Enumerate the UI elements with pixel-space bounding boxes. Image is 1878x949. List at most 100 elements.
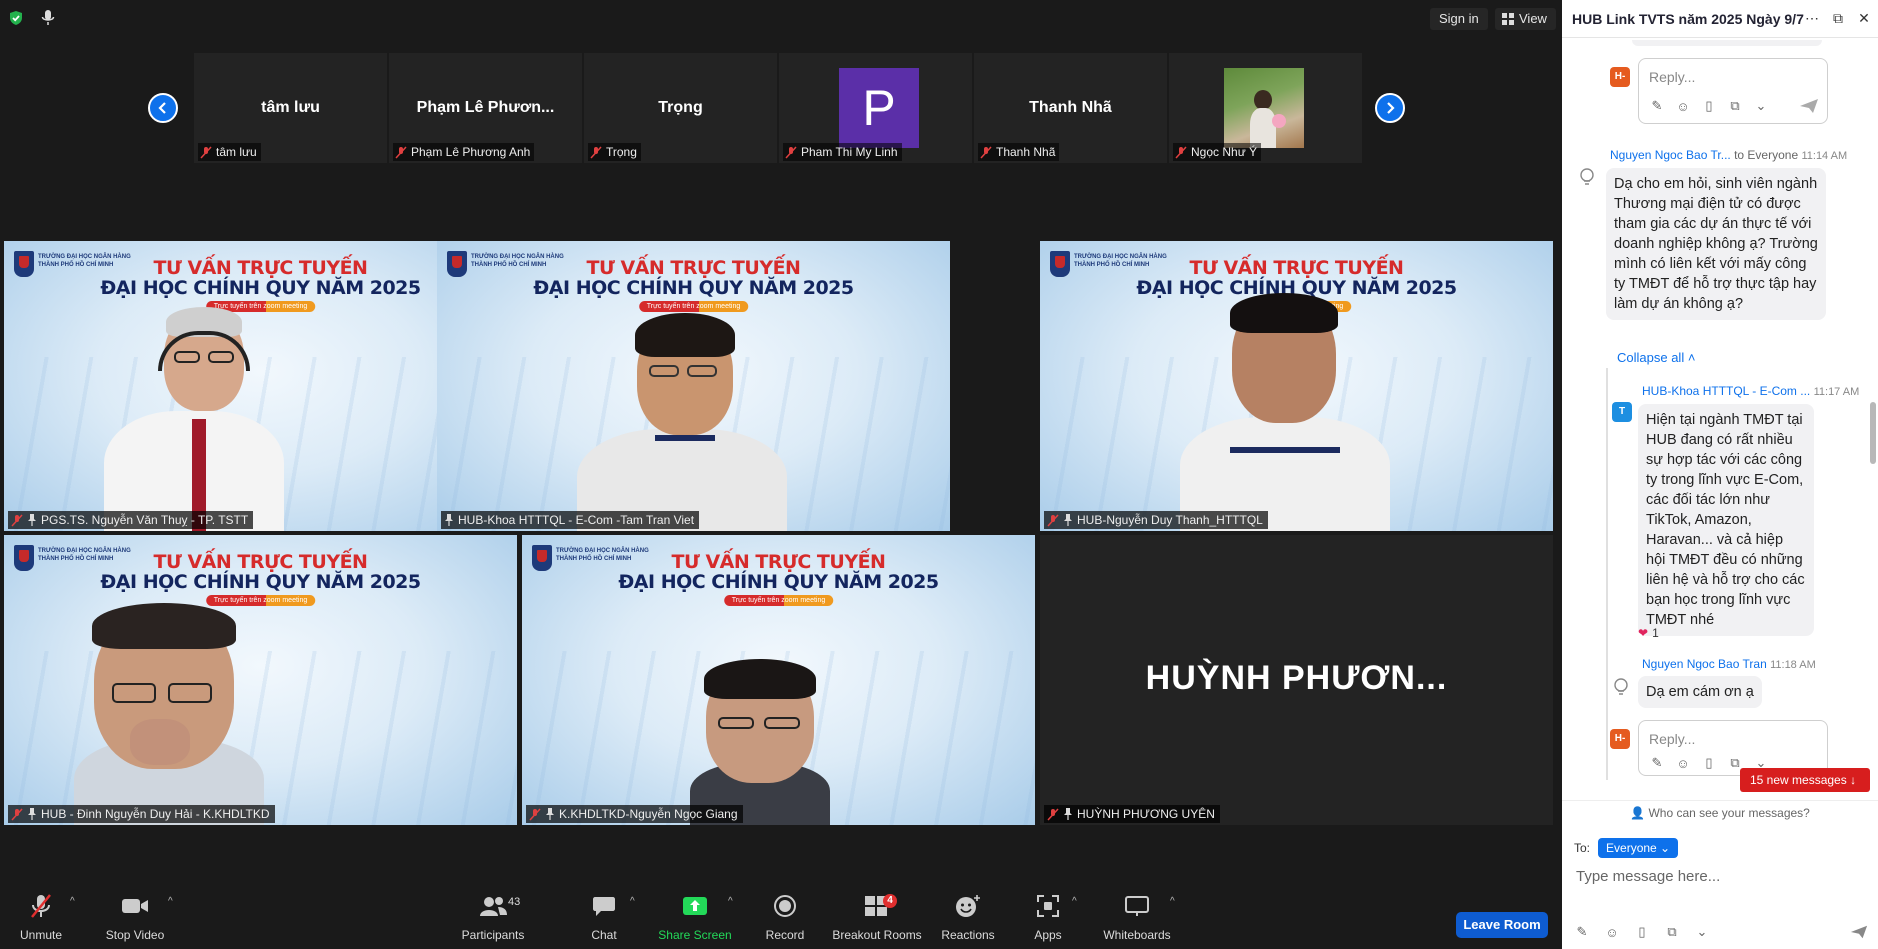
apps-options-caret[interactable]: ^: [1072, 896, 1077, 907]
strip-prev-button[interactable]: [148, 93, 178, 123]
participant-thumb[interactable]: P Pham Thi My Linh: [779, 53, 972, 163]
close-icon[interactable]: ✕: [1856, 10, 1872, 26]
chevron-down-icon[interactable]: ⌄: [1753, 98, 1769, 114]
participant-label-text: Trọng: [606, 145, 637, 159]
screenshot-icon[interactable]: ⧉: [1727, 98, 1743, 114]
reply-placeholder: Reply...: [1649, 731, 1696, 747]
participant-label-text: Phạm Lê Phương Anh: [411, 145, 531, 159]
lightbulb-avatar-icon: [1580, 168, 1594, 185]
record-button[interactable]: Record: [760, 890, 810, 942]
participant-label: Phạm Lê Phương Anh: [393, 143, 535, 161]
participant-display-name: Thanh Nhã: [1029, 99, 1112, 116]
participant-thumb[interactable]: Ngọc Như Ý: [1169, 53, 1362, 163]
more-options-icon[interactable]: ⋯: [1804, 10, 1820, 26]
avatar: T: [1612, 402, 1632, 422]
whiteboards-button[interactable]: Whiteboards: [1100, 890, 1174, 942]
slide-pill: Trực tuyến trên zoom meeting: [723, 595, 834, 606]
message-input[interactable]: Type message here...: [1576, 868, 1720, 885]
mic-activity-icon[interactable]: [40, 9, 56, 27]
unmute-label: Unmute: [19, 928, 63, 942]
message-sender[interactable]: Nguyen Ngoc Bao Tr...: [1610, 148, 1731, 162]
apps-button[interactable]: Apps: [1028, 890, 1068, 942]
reaction-chip[interactable]: ❤ 1: [1638, 626, 1659, 640]
share-screen-button[interactable]: Share Screen: [656, 890, 734, 942]
who-can-see-link[interactable]: 👤 Who can see your messages?: [1562, 800, 1878, 820]
thread-reply-box[interactable]: Reply... ✎ ☺ ▯ ⧉ ⌄: [1638, 58, 1828, 124]
chat-panel: HUB Link TVTS năm 2025 Ngày 9/7 ⋯ ⧉ ✕ H-…: [1562, 0, 1878, 949]
participant-label: Ngọc Như Ý: [1173, 143, 1262, 161]
new-messages-button[interactable]: 15 new messages ↓: [1740, 768, 1870, 792]
participant-label-text: K.KHDLTKD-Nguyễn Ngọc Giang: [559, 807, 738, 821]
participants-count: 43: [508, 896, 521, 908]
message-sender[interactable]: HUB-Khoa HTTTQL - E-Com ...: [1642, 384, 1810, 398]
participant-thumb[interactable]: Trọng Trọng: [584, 53, 777, 163]
video-options-caret[interactable]: ^: [168, 896, 173, 907]
breakout-rooms-button[interactable]: Breakout Rooms: [832, 890, 922, 942]
chevron-down-icon[interactable]: ⌄: [1694, 924, 1710, 940]
pop-out-icon[interactable]: ⧉: [1830, 10, 1846, 26]
chevron-right-icon: [1387, 102, 1395, 114]
share-options-caret[interactable]: ^: [728, 896, 733, 907]
mic-muted-icon: [590, 145, 602, 159]
emoji-icon[interactable]: ☺: [1675, 98, 1691, 114]
format-icon[interactable]: ✎: [1649, 98, 1665, 114]
pin-icon: [28, 514, 36, 526]
whiteboards-options-caret[interactable]: ^: [1170, 896, 1175, 907]
file-icon[interactable]: ▯: [1701, 755, 1717, 771]
participant-label-text: HUB-Nguyễn Duy Thanh_HTTTQL: [1077, 513, 1263, 527]
mic-muted-icon: [11, 807, 23, 821]
mic-muted-icon: [200, 145, 212, 159]
mic-muted-icon: [1047, 513, 1059, 527]
format-icon[interactable]: ✎: [1649, 755, 1665, 771]
view-button[interactable]: View: [1495, 8, 1556, 30]
leave-room-button[interactable]: Leave Room: [1456, 912, 1548, 938]
participant-thumb[interactable]: Thanh Nhã Thanh Nhã: [974, 53, 1167, 163]
format-icon[interactable]: ✎: [1574, 924, 1590, 940]
video-tile[interactable]: TRƯỜNG ĐẠI HỌC NGÂN HÀNG THÀNH PHỐ HỒ CH…: [4, 535, 517, 825]
collapse-all-link[interactable]: Collapse all ˄: [1617, 350, 1695, 365]
message-bubble[interactable]: Dạ em cám ơn ạ: [1638, 676, 1762, 708]
strip-next-button[interactable]: [1375, 93, 1405, 123]
participant-thumb[interactable]: Phạm Lê Phươn... Phạm Lê Phương Anh: [389, 53, 582, 163]
reactions-button[interactable]: Reactions: [938, 890, 998, 942]
video-tile-camera-off[interactable]: HUỲNH PHƯƠN... HUỲNH PHƯƠNG UYÊN: [1040, 535, 1553, 825]
unmute-button[interactable]: Unmute: [12, 890, 70, 942]
participant-label: HUB-Nguyễn Duy Thanh_HTTTQL: [1044, 511, 1268, 529]
grid-view-icon: [1502, 13, 1514, 25]
reactions-label: Reactions: [941, 928, 995, 942]
shield-check-icon[interactable]: [8, 10, 24, 26]
participant-label: HUỲNH PHƯƠNG UYÊN: [1044, 805, 1220, 823]
slide-pill: Trực tuyến trên zoom meeting: [205, 595, 316, 606]
new-messages-label: 15 new messages: [1750, 773, 1847, 787]
compose-toolbar: ✎ ☺ ▯ ⧉ ⌄: [1574, 924, 1710, 940]
sign-in-button[interactable]: Sign in: [1430, 8, 1488, 30]
lightbulb-avatar-icon: [1614, 678, 1628, 695]
video-tile[interactable]: TRƯỜNG ĐẠI HỌC NGÂN HÀNG THÀNH PHỐ HỒ CH…: [1040, 241, 1553, 531]
chat-bubble-icon: [593, 897, 615, 916]
stop-video-button[interactable]: Stop Video: [98, 890, 172, 942]
chat-button[interactable]: Chat: [584, 890, 624, 942]
file-icon[interactable]: ▯: [1634, 924, 1650, 940]
audio-options-caret[interactable]: ^: [70, 896, 75, 907]
send-icon[interactable]: [1850, 924, 1868, 940]
emoji-icon[interactable]: ☺: [1675, 755, 1691, 771]
message-sender[interactable]: Nguyen Ngoc Bao Tran: [1642, 657, 1767, 671]
chat-options-caret[interactable]: ^: [630, 896, 635, 907]
send-icon[interactable]: [1799, 98, 1819, 114]
message-time: 11:17 AM: [1813, 386, 1860, 398]
participant-display-name: Phạm Lê Phươn...: [416, 99, 555, 116]
emoji-icon[interactable]: ☺: [1604, 924, 1620, 940]
video-tile-active-speaker[interactable]: TRƯỜNG ĐẠI HỌC NGÂN HÀNG THÀNH PHỐ HỒ CH…: [437, 241, 950, 531]
message-bubble[interactable]: Hiện tại ngành TMĐT tại HUB đang có rất …: [1638, 404, 1814, 636]
participant-display-name: Trọng: [658, 99, 703, 116]
message-bubble[interactable]: Dạ cho em hỏi, sinh viên ngành Thương mạ…: [1606, 168, 1826, 320]
slide-title-line2: ĐẠI HỌC CHÍNH QUY NĂM 2025: [618, 571, 939, 593]
previous-message-tail: [1632, 40, 1822, 46]
chat-scrollbar[interactable]: [1870, 402, 1876, 464]
participant-thumb[interactable]: tâm lưu tâm lưu: [194, 53, 387, 163]
recipient-dropdown[interactable]: Everyone ⌄: [1598, 838, 1679, 858]
apps-icon: [1037, 895, 1059, 917]
screenshot-icon[interactable]: ⧉: [1664, 924, 1680, 940]
video-tile[interactable]: TRƯỜNG ĐẠI HỌC NGÂN HÀNG THÀNH PHỐ HỒ CH…: [522, 535, 1035, 825]
file-icon[interactable]: ▯: [1701, 98, 1717, 114]
